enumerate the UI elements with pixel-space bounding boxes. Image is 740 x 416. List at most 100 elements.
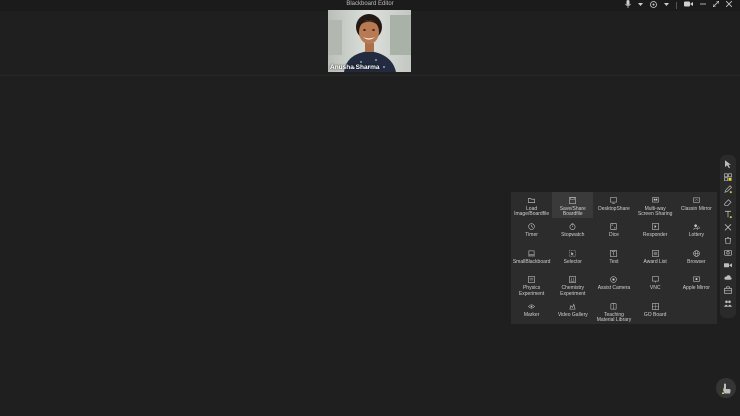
tool-marker[interactable]: Marker <box>511 298 552 324</box>
tool-assist-camera[interactable]: Assist Camera <box>593 271 634 297</box>
video-icon[interactable] <box>724 261 732 270</box>
tool-selector[interactable]: Selector <box>552 245 593 271</box>
tool-desktop-share[interactable]: DesktopShare <box>593 192 634 218</box>
tool-small-blackboard[interactable]: SmallBlackboard <box>511 245 552 271</box>
stopwatch-icon <box>569 223 576 231</box>
tool-label: Responder <box>642 232 668 239</box>
chevron-down-icon[interactable] <box>664 1 669 10</box>
tool-label: Assist Camera <box>597 285 631 292</box>
separator <box>676 2 677 9</box>
toolbox-panel: Load Image/Boardfile Save/Share Boardfile… <box>511 192 717 324</box>
award-icon <box>651 249 659 257</box>
tool-multi-way[interactable]: Multi-way Screen Sharing <box>635 192 676 218</box>
text-tool-icon[interactable] <box>724 210 732 219</box>
timer-icon <box>528 223 535 231</box>
minimize-icon[interactable] <box>700 1 706 10</box>
responder-icon <box>651 223 659 231</box>
tool-apple-mirror[interactable]: Apple Mirror <box>676 271 717 297</box>
restore-icon[interactable] <box>712 0 720 10</box>
tool-label: Load Image/Boardfile <box>514 206 550 218</box>
camera-tool-icon[interactable] <box>724 248 732 257</box>
tool-text[interactable]: Text <box>593 245 634 271</box>
dice-icon <box>610 223 618 231</box>
tool-vnc[interactable]: VNC <box>635 271 676 297</box>
tool-label: Video Gallery <box>557 311 588 318</box>
vnc-icon <box>651 276 659 283</box>
tool-label: Stopwatch <box>561 232 585 239</box>
tool-chemistry[interactable]: Chemistry Experiment <box>552 271 593 297</box>
tool-stopwatch[interactable]: Stopwatch <box>552 218 593 244</box>
camera-icon[interactable] <box>684 1 693 10</box>
participant-video[interactable]: Anusha Sharma <box>328 10 411 72</box>
globe-icon <box>693 250 700 257</box>
tool-lottery[interactable]: Lottery <box>676 218 717 244</box>
tool-label: Lottery <box>688 232 704 239</box>
tool-browser[interactable]: Browser <box>676 245 717 271</box>
hand-icon <box>721 383 731 394</box>
tool-label: Dice <box>608 232 619 239</box>
lottery-icon <box>693 224 700 231</box>
physics-icon <box>528 276 535 283</box>
eraser-icon[interactable] <box>724 198 732 207</box>
tool-dice[interactable]: Dice <box>593 218 634 244</box>
go-board-icon <box>651 302 659 310</box>
library-icon <box>611 302 617 309</box>
top-divider <box>0 75 740 76</box>
folder-icon <box>528 198 535 203</box>
tool-go-board[interactable]: GO Board <box>635 298 676 324</box>
tool-load-image[interactable]: Load Image/Boardfile <box>511 192 552 218</box>
laptop-icon <box>528 250 536 257</box>
hand-tool-button[interactable] <box>716 378 736 398</box>
tool-timer[interactable]: Timer <box>511 218 552 244</box>
tool-physics[interactable]: Physics Experiment <box>511 271 552 297</box>
tool-video-gallery[interactable]: Video Gallery <box>552 298 593 324</box>
toolbox-icon[interactable] <box>724 173 732 182</box>
tool-label: Teaching Material Library <box>596 311 632 323</box>
chevron-down-icon[interactable] <box>638 1 643 10</box>
tool-label: Classin Mirror <box>680 206 712 212</box>
right-toolbar <box>720 155 736 318</box>
tool-classin-mirror[interactable]: Classin Mirror <box>676 192 717 218</box>
cloud-icon[interactable] <box>724 273 732 282</box>
tool-label: Save/Share Boardfile <box>559 206 586 218</box>
tool-label: VNC <box>649 285 661 292</box>
tool-label: Timer <box>525 232 538 239</box>
text-icon <box>610 249 618 257</box>
tool-label: Multi-way Screen Sharing <box>637 206 673 218</box>
tool-label: Selector <box>563 258 582 265</box>
tool-label: Chemistry Experiment <box>560 285 586 297</box>
tool-label: Apple Mirror <box>682 285 710 292</box>
tool-label: Text <box>609 258 619 265</box>
tool-label: Browser <box>687 258 706 265</box>
multi-screen-icon <box>651 197 659 203</box>
tool-label: Award List <box>643 258 667 265</box>
tool-teaching-material[interactable]: Teaching Material Library <box>593 298 634 324</box>
trash-icon[interactable] <box>724 236 732 245</box>
tool-label: SmallBlackboard <box>512 258 551 265</box>
mirror-icon <box>693 197 700 203</box>
tool-label: DesktopShare <box>598 206 630 212</box>
save-icon <box>569 197 577 204</box>
eye-icon <box>528 304 536 309</box>
chemistry-icon <box>569 276 577 283</box>
microphone-icon[interactable] <box>625 0 631 11</box>
gallery-icon <box>569 303 576 309</box>
tool-label: GO Board <box>643 311 667 318</box>
pen-icon[interactable] <box>724 185 732 194</box>
close-icon[interactable] <box>725 0 733 10</box>
pointer-icon[interactable] <box>724 160 732 169</box>
monitor-icon <box>610 197 618 204</box>
speaker-icon[interactable] <box>650 0 657 11</box>
tool-label: Marker <box>523 311 540 318</box>
close-tool-icon[interactable] <box>724 223 732 232</box>
lab-icon[interactable] <box>724 286 732 295</box>
tool-award-list[interactable]: Award List <box>635 245 676 271</box>
tool-save-share[interactable]: Save/Share Boardfile <box>552 192 594 219</box>
tool-responder[interactable]: Responder <box>635 218 676 244</box>
window-controls <box>625 0 733 11</box>
participant-name-label: Anusha Sharma <box>330 64 380 71</box>
apple-icon <box>693 276 700 282</box>
users-icon[interactable] <box>724 299 732 308</box>
participant-photo <box>328 10 411 72</box>
camera-icon <box>610 276 618 283</box>
